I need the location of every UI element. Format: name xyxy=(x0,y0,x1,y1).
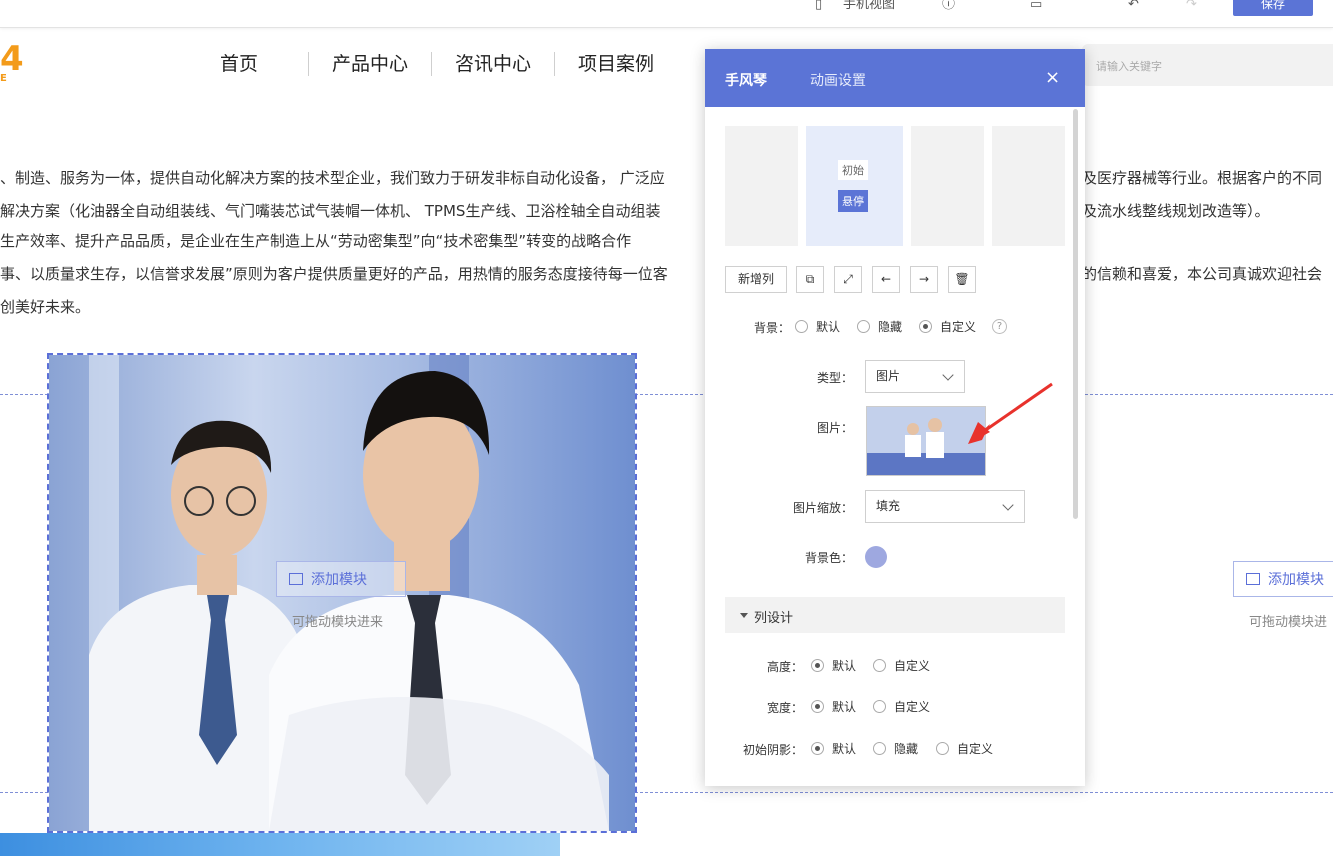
bgcolor-swatch[interactable] xyxy=(865,546,887,568)
add-module-label-right: 添加模块 xyxy=(1268,572,1324,588)
shadow-label: 初始阴影： xyxy=(742,743,803,757)
state-hover[interactable]: 悬停 xyxy=(838,190,868,212)
tab-accordion[interactable]: 手风琴 xyxy=(725,70,767,90)
add-module-button-right[interactable]: 添加模块 xyxy=(1233,561,1333,597)
intro-line-1: 、制造、服务为一体，提供自动化解决方案的技术型企业，我们致力于研发非标自动化设备… xyxy=(0,169,665,187)
add-module-icon-right xyxy=(1246,573,1260,585)
close-icon[interactable]: × xyxy=(1045,67,1060,88)
height-custom[interactable]: 自定义 xyxy=(873,657,930,674)
tab-animation[interactable]: 动画设置 xyxy=(810,70,866,90)
bg-option-hide[interactable]: 隐藏 xyxy=(857,318,902,335)
height-default[interactable]: 默认 xyxy=(811,657,856,674)
mobile-view-icon[interactable]: ▯ xyxy=(815,0,822,11)
copy-icon[interactable]: ⧉ xyxy=(796,266,824,293)
new-column-button[interactable]: 新增列 xyxy=(725,266,787,293)
drag-hint: 可拖动模块进来 xyxy=(292,615,384,630)
intro-line-4-right: 的信赖和喜爱，本公司真诚欢迎社会 xyxy=(1082,265,1323,283)
nav-item-home[interactable]: 首页 xyxy=(200,52,310,76)
height-label: 高度： xyxy=(766,660,803,674)
annotation-arrow-icon xyxy=(968,382,1053,444)
type-label: 类型： xyxy=(816,371,853,385)
bg-option-default[interactable]: 默认 xyxy=(795,318,840,335)
bg-option-custom[interactable]: 自定义 xyxy=(919,318,976,335)
shadow-custom[interactable]: 自定义 xyxy=(936,740,993,757)
nav-item-cases[interactable]: 项目案例 xyxy=(555,52,677,76)
editor-toolbar: ▯ 手机视图 ⓘ ▭ ↶ ↷ 保存 xyxy=(0,0,1333,28)
add-module-button[interactable]: 添加模块 xyxy=(276,561,406,597)
main-nav: 首页 产品中心 咨讯中心 项目案例 xyxy=(200,52,677,76)
nav-item-products[interactable]: 产品中心 xyxy=(309,52,433,76)
shadow-hide[interactable]: 隐藏 xyxy=(873,740,918,757)
move-left-icon[interactable]: ← xyxy=(872,266,900,293)
width-default[interactable]: 默认 xyxy=(811,698,856,715)
column-card-1[interactable] xyxy=(725,126,798,246)
help-icon[interactable]: ? xyxy=(992,319,1007,334)
chevron-down-icon xyxy=(1002,499,1014,511)
caret-down-icon xyxy=(740,613,748,618)
chevron-down-icon xyxy=(942,369,954,381)
bgcolor-label: 背景色： xyxy=(804,551,853,565)
intro-line-1-right: 及医疗器械等行业。根据客户的不同 xyxy=(1082,169,1323,187)
width-label: 宽度： xyxy=(766,701,803,715)
redo-icon[interactable]: ↷ xyxy=(1186,0,1197,11)
section-title: 列设计 xyxy=(754,611,794,626)
column-card-4[interactable] xyxy=(992,126,1065,246)
image-label: 图片： xyxy=(816,421,853,435)
add-module-icon xyxy=(289,573,303,585)
column-card-2[interactable]: 初始 悬停 xyxy=(806,126,903,246)
intro-line-5: 创美好未来。 xyxy=(0,298,91,316)
site-logo[interactable]: 4 E xyxy=(0,42,24,84)
column-card-3[interactable] xyxy=(911,126,984,246)
panel-scrollbar[interactable] xyxy=(1073,109,1078,519)
intro-line-4: 事、以质量求生存，以信誉求发展”原则为客户提供质量更好的产品，用热情的服务态度接… xyxy=(0,265,668,283)
drag-hint-right: 可拖动模块进 xyxy=(1249,615,1328,630)
nav-item-news[interactable]: 咨讯中心 xyxy=(432,52,556,76)
save-button[interactable]: 保存 xyxy=(1233,0,1313,16)
type-select[interactable]: 图片 xyxy=(865,360,965,393)
intro-line-3: 生产效率、提升产品品质，是企业在生产制造上从“劳动密集型”向“技术密集型”转变的… xyxy=(0,232,632,250)
column-design-section[interactable]: 列设计 xyxy=(725,597,1065,633)
delete-icon[interactable]: 🗑 xyxy=(948,266,976,293)
scale-select[interactable]: 填充 xyxy=(865,490,1025,523)
search-input[interactable]: 请输入关键字 xyxy=(1082,44,1333,86)
device-icon[interactable]: ▭ xyxy=(1030,0,1042,11)
undo-icon[interactable]: ↶ xyxy=(1128,0,1139,11)
bg-label: 背景： xyxy=(753,321,790,335)
panel-header: 手风琴 动画设置 × xyxy=(705,49,1085,107)
resize-icon[interactable]: ⤢ xyxy=(834,266,862,293)
next-section-banner xyxy=(0,833,560,856)
search-placeholder: 请输入关键字 xyxy=(1096,60,1162,73)
add-module-label: 添加模块 xyxy=(311,572,367,588)
width-custom[interactable]: 自定义 xyxy=(873,698,930,715)
mobile-view-label[interactable]: 手机视图 xyxy=(843,0,895,11)
shadow-default[interactable]: 默认 xyxy=(811,740,856,757)
intro-line-2: 解决方案（化油器全自动组装线、气门嘴装芯试气装帽一体机、 TPMS生产线、卫浴栓… xyxy=(0,202,661,220)
state-initial[interactable]: 初始 xyxy=(838,160,868,180)
info-icon[interactable]: ⓘ xyxy=(942,0,955,11)
move-right-icon[interactable]: → xyxy=(910,266,938,293)
intro-line-2-right: 及流水线整线规划改造等）。 xyxy=(1082,202,1270,220)
scale-label: 图片缩放： xyxy=(792,501,853,515)
